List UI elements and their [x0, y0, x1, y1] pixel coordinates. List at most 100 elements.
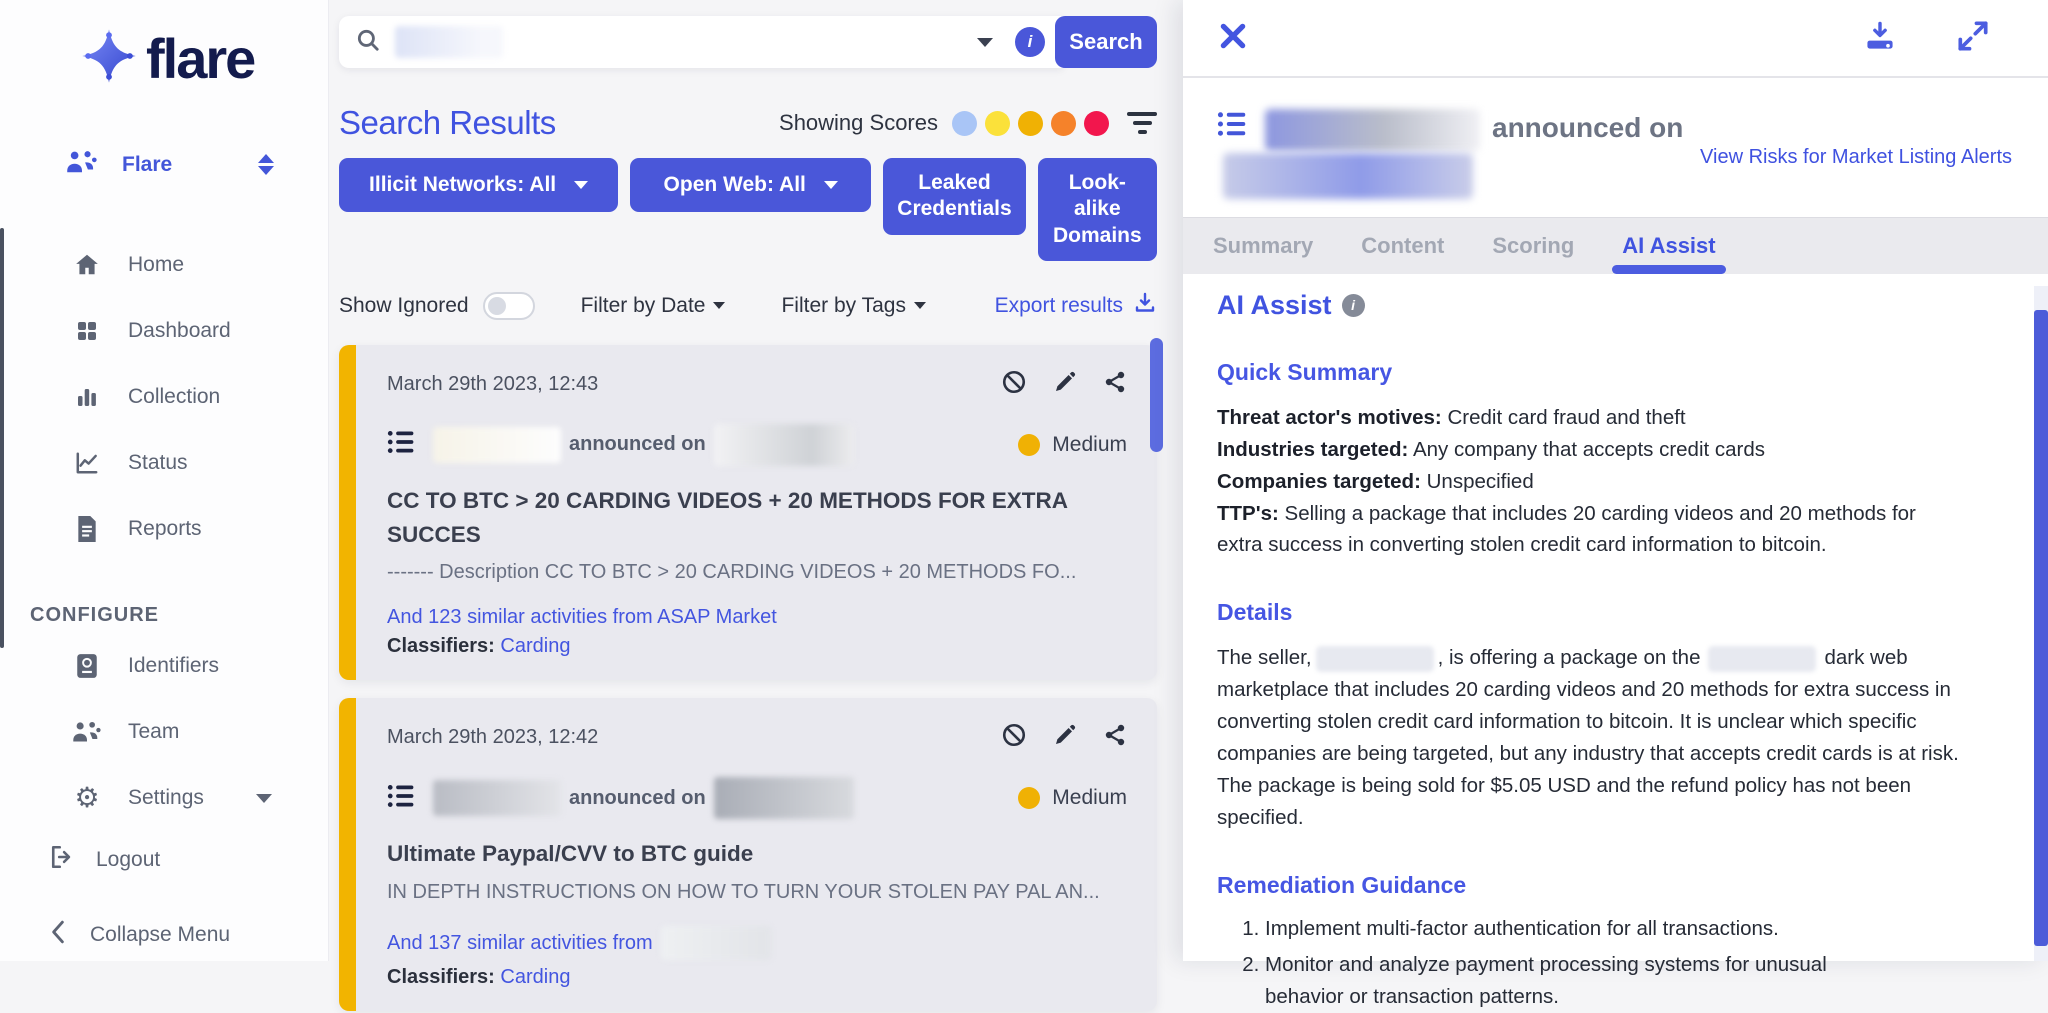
org-switcher[interactable]: Flare	[66, 149, 274, 180]
results-scrollbar[interactable]	[1150, 338, 1163, 452]
show-ignored-label: Show Ignored	[339, 293, 469, 317]
flare-logo: flare	[80, 26, 328, 91]
redacted-source-name	[713, 423, 854, 466]
collapse-menu-button[interactable]: Collapse Menu	[0, 903, 328, 967]
severity-badge: Medium	[1018, 433, 1127, 457]
redacted-source-name	[1708, 646, 1817, 673]
score-dot-2[interactable]	[985, 110, 1010, 136]
search-dropdown-caret[interactable]	[977, 37, 993, 47]
announced-on-label: announced on	[569, 786, 706, 809]
redacted-actor-name	[1265, 108, 1480, 151]
tab-summary[interactable]: Summary	[1213, 233, 1313, 259]
filter-by-date-dropdown[interactable]: Filter by Date	[581, 294, 726, 318]
chevron-down-icon	[256, 793, 272, 803]
similar-activities-link[interactable]: And 123 similar activities from ASAP Mar…	[387, 606, 1127, 629]
summary-row: Threat actor's motives: Credit card frau…	[1217, 405, 1686, 429]
download-icon[interactable]	[1864, 21, 1896, 56]
show-ignored-toggle[interactable]	[482, 291, 535, 320]
redacted-actor-name	[433, 426, 561, 463]
detail-title-row: announced on View Risks for Market Listi…	[1183, 78, 2048, 217]
remediation-heading: Remediation Guidance	[1217, 872, 1467, 899]
sidebar-item-label: Status	[128, 451, 188, 474]
severity-label: Medium	[1052, 786, 1127, 810]
classifier-link[interactable]: Carding	[500, 966, 570, 988]
sidebar-item-home[interactable]: Home	[0, 232, 328, 298]
org-label: Flare	[122, 152, 173, 176]
ignore-icon[interactable]	[1001, 369, 1027, 400]
edit-icon[interactable]	[1053, 723, 1077, 752]
org-switch-icon[interactable]	[258, 154, 274, 175]
tab-scoring[interactable]: Scoring	[1492, 233, 1574, 259]
search-info-icon[interactable]: i	[1015, 27, 1045, 57]
classifiers-row: Classifiers: Carding	[387, 635, 571, 658]
sidebar-item-team[interactable]: Team	[0, 699, 328, 765]
redacted-search-query	[395, 26, 503, 58]
result-description: IN DEPTH INSTRUCTIONS ON HOW TO TURN YOU…	[387, 881, 1100, 903]
filter-by-tags-dropdown[interactable]: Filter by Tags	[781, 294, 926, 318]
logo-text: flare	[146, 27, 256, 90]
classifiers-row: Classifiers: Carding	[387, 966, 571, 988]
ai-assist-heading: AI Assist	[1217, 289, 1332, 320]
result-description: ------- Description CC TO BTC > 20 CARDI…	[387, 561, 1077, 584]
chevron-left-icon	[48, 920, 68, 950]
left-scrollbar[interactable]	[0, 228, 4, 648]
result-card[interactable]: March 29th 2023, 12:43 announced on Medi…	[339, 344, 1157, 681]
sidebar-item-settings[interactable]: ⚙ Settings	[0, 765, 328, 831]
severity-label: Medium	[1052, 432, 1127, 456]
logout-button[interactable]: Logout	[0, 831, 328, 889]
detail-scrollbar[interactable]	[2034, 310, 2048, 946]
sidebar-item-label: Collection	[128, 385, 221, 408]
view-risks-link[interactable]: View Risks for Market Listing Alerts	[1700, 106, 2012, 199]
sidebar-item-label: Settings	[128, 786, 204, 809]
configure-section-header: CONFIGURE	[30, 604, 159, 626]
logout-icon	[50, 845, 76, 875]
info-icon[interactable]: i	[1341, 293, 1365, 317]
illicit-networks-filter-button[interactable]: Illicit Networks: All	[339, 158, 619, 212]
leaked-credentials-button[interactable]: Leaked Credentials	[883, 158, 1026, 235]
result-title[interactable]: Ultimate Paypal/CVV to BTC guide	[387, 837, 1083, 871]
result-title[interactable]: CC TO BTC > 20 CARDING VIDEOS + 20 METHO…	[387, 484, 1083, 552]
score-dot-3[interactable]	[1018, 110, 1043, 136]
lookalike-domains-button[interactable]: Look-alike Domains	[1037, 158, 1157, 261]
sidebar-item-collection[interactable]: Collection	[0, 364, 328, 430]
share-icon[interactable]	[1103, 723, 1127, 752]
sidebar-item-status[interactable]: Status	[0, 430, 328, 496]
result-timestamp: March 29th 2023, 12:43	[387, 372, 599, 395]
page-title: Search Results	[339, 104, 556, 141]
search-input[interactable]: i	[339, 16, 1063, 68]
sidebar-item-dashboard[interactable]: Dashboard	[0, 298, 328, 364]
quick-summary-heading: Quick Summary	[1217, 358, 1393, 385]
classifier-link[interactable]: Carding	[500, 635, 570, 657]
tab-ai-assist[interactable]: AI Assist	[1612, 233, 1726, 274]
chevron-down-icon	[823, 181, 838, 190]
ai-assist-content: AI Assist i Quick Summary Threat actor's…	[1183, 274, 2048, 1013]
search-results-panel: i Search Search Results Showing Scores I…	[329, 0, 1183, 1011]
tab-content[interactable]: Content	[1361, 233, 1444, 259]
sidebar-item-identifiers[interactable]: Identifiers	[0, 633, 328, 699]
logout-label: Logout	[96, 848, 161, 871]
severity-badge: Medium	[1018, 786, 1127, 810]
similar-activities-link[interactable]: And 137 similar activities from	[387, 926, 1127, 960]
result-card[interactable]: March 29th 2023, 12:42 announced on Medi…	[339, 698, 1157, 1011]
result-timestamp: March 29th 2023, 12:42	[387, 726, 599, 749]
sidebar-item-label: Identifiers	[128, 654, 220, 677]
search-button[interactable]: Search	[1055, 16, 1157, 68]
sidebar-nav: Home Dashboard Collection Status Reports	[0, 232, 328, 562]
open-web-filter-button[interactable]: Open Web: All	[630, 158, 872, 212]
share-icon[interactable]	[1103, 370, 1127, 399]
collapse-menu-label: Collapse Menu	[90, 923, 231, 946]
score-dot-1[interactable]	[952, 110, 977, 136]
showing-scores: Showing Scores	[779, 110, 1157, 136]
redacted-source-name	[660, 926, 771, 960]
close-icon[interactable]	[1217, 20, 1249, 57]
score-dot-4[interactable]	[1051, 110, 1076, 136]
export-results-link[interactable]: Export results	[995, 291, 1157, 321]
edit-icon[interactable]	[1053, 370, 1077, 399]
remediation-item: Monitor and analyze payment processing s…	[1265, 949, 1877, 1013]
download-icon	[1133, 291, 1157, 321]
sidebar-item-reports[interactable]: Reports	[0, 496, 328, 562]
score-dot-5[interactable]	[1084, 110, 1109, 136]
expand-icon[interactable]	[1958, 20, 1988, 56]
ignore-icon[interactable]	[1001, 722, 1027, 753]
filter-lines-icon[interactable]	[1127, 112, 1157, 134]
